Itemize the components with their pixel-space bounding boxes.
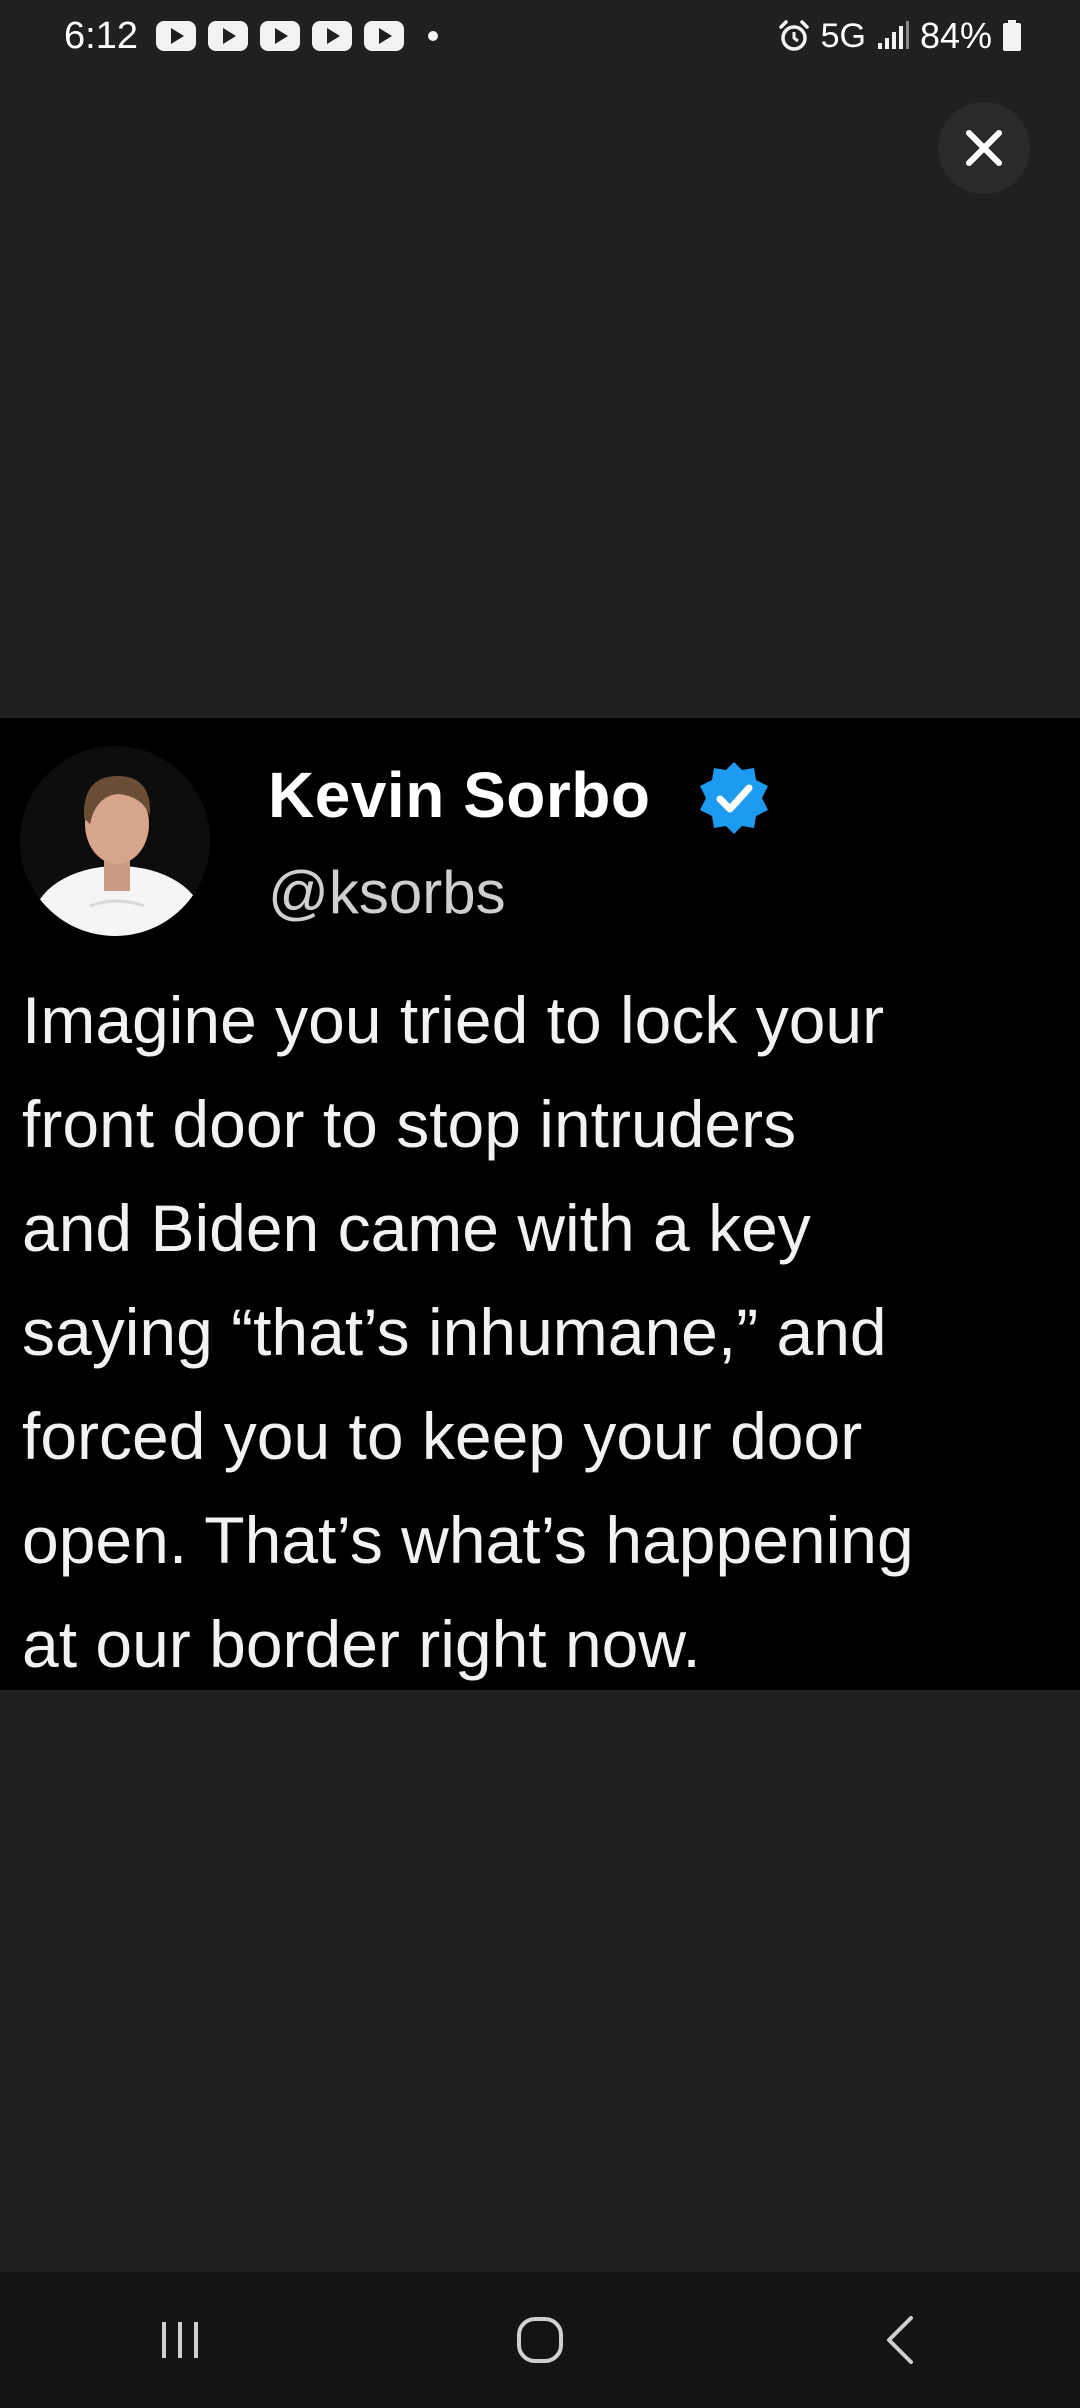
battery-percent: 84%: [919, 15, 992, 56]
status-left: 6:12: [64, 15, 438, 58]
tweet-screenshot-image[interactable]: Kevin Sorbo @ksorbs Imagine you tried to…: [0, 718, 1080, 1690]
tweet-line: open. That’s what’s happening: [22, 1503, 914, 1577]
status-time: 6:12: [64, 14, 138, 57]
tweet-line: saying “that’s inhumane,” and: [22, 1295, 887, 1369]
youtube-icon: [207, 21, 248, 51]
signal-icon: [877, 21, 909, 49]
recents-button[interactable]: [120, 2290, 240, 2390]
tweet-line: front door to stop intruders: [22, 1087, 797, 1161]
close-button[interactable]: [938, 102, 1030, 194]
tweet-line: at our border right now.: [22, 1607, 701, 1681]
battery-icon: [1003, 20, 1021, 51]
home-button[interactable]: [480, 2290, 600, 2390]
tweet-line: forced you to keep your door: [22, 1399, 863, 1473]
more-notifications-dot: [427, 31, 438, 41]
tweet-line: and Biden came with a key: [22, 1191, 811, 1265]
status-bar: 6:12 5G 84%: [0, 0, 1080, 72]
youtube-icon: [363, 21, 404, 51]
tweet-line: Imagine you tried to lock your: [22, 983, 885, 1057]
verified-badge-icon: [700, 762, 768, 834]
close-icon: [966, 130, 1002, 166]
alarm-icon: [778, 20, 809, 51]
tweet-text: Imagine you tried to lock your front doo…: [22, 968, 1072, 1696]
recents-icon: [162, 2322, 198, 2358]
navigation-bar: [0, 2272, 1080, 2408]
avatar: [20, 746, 210, 936]
author-name: Kevin Sorbo: [268, 759, 651, 831]
youtube-icon: [311, 21, 352, 51]
home-icon: [517, 2317, 563, 2363]
back-button[interactable]: [840, 2290, 960, 2390]
youtube-icon: [259, 21, 300, 51]
network-type: 5G: [820, 16, 866, 55]
status-right: 5G 84%: [777, 15, 1022, 57]
youtube-icon: [155, 21, 196, 51]
image-viewer-screen: 6:12 5G 84% Kevin Sorbo @ksorbs Imagine …: [0, 0, 1080, 2408]
back-icon: [887, 2316, 913, 2364]
author-handle: @ksorbs: [268, 859, 506, 926]
